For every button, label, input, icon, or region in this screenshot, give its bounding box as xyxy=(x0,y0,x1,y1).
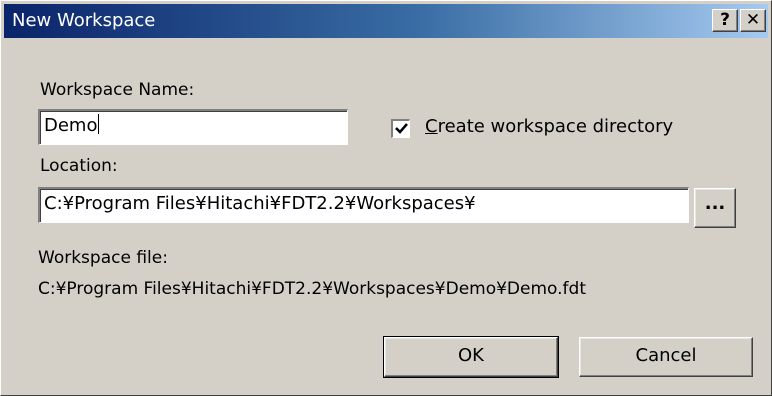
create-directory-checkbox[interactable] xyxy=(391,119,410,138)
location-value: C:¥Program Files¥Hitachi¥FDT2.2¥Workspac… xyxy=(44,193,476,214)
new-workspace-dialog: New Workspace ? ✕ Workspace Name: Demo C… xyxy=(0,0,772,396)
workspace-file-path: C:¥Program Files¥Hitachi¥FDT2.2¥Workspac… xyxy=(38,279,586,299)
browse-button[interactable]: ... xyxy=(694,188,736,228)
create-directory-label[interactable]: Create workspace directory xyxy=(425,116,673,137)
help-button[interactable]: ? xyxy=(712,9,738,32)
create-directory-accel: C xyxy=(425,116,438,137)
create-directory-text: reate workspace directory xyxy=(437,116,674,137)
ellipsis-icon: ... xyxy=(704,193,726,214)
text-caret xyxy=(98,114,100,134)
workspace-name-input[interactable]: Demo xyxy=(38,109,348,145)
ok-button[interactable]: OK xyxy=(383,336,559,378)
dialog-title: New Workspace xyxy=(12,10,156,31)
help-icon: ? xyxy=(720,10,730,30)
close-button[interactable]: ✕ xyxy=(740,9,766,32)
workspace-name-value: Demo xyxy=(44,115,98,136)
checkmark-icon xyxy=(395,123,408,134)
title-bar[interactable]: New Workspace ? ✕ xyxy=(4,4,768,38)
location-label: Location: xyxy=(40,156,118,176)
workspace-file-label: Workspace file: xyxy=(38,248,168,268)
cancel-button[interactable]: Cancel xyxy=(579,337,753,377)
close-icon: ✕ xyxy=(745,10,761,30)
location-input[interactable]: C:¥Program Files¥Hitachi¥FDT2.2¥Workspac… xyxy=(38,187,689,223)
workspace-name-label: Workspace Name: xyxy=(40,80,195,100)
